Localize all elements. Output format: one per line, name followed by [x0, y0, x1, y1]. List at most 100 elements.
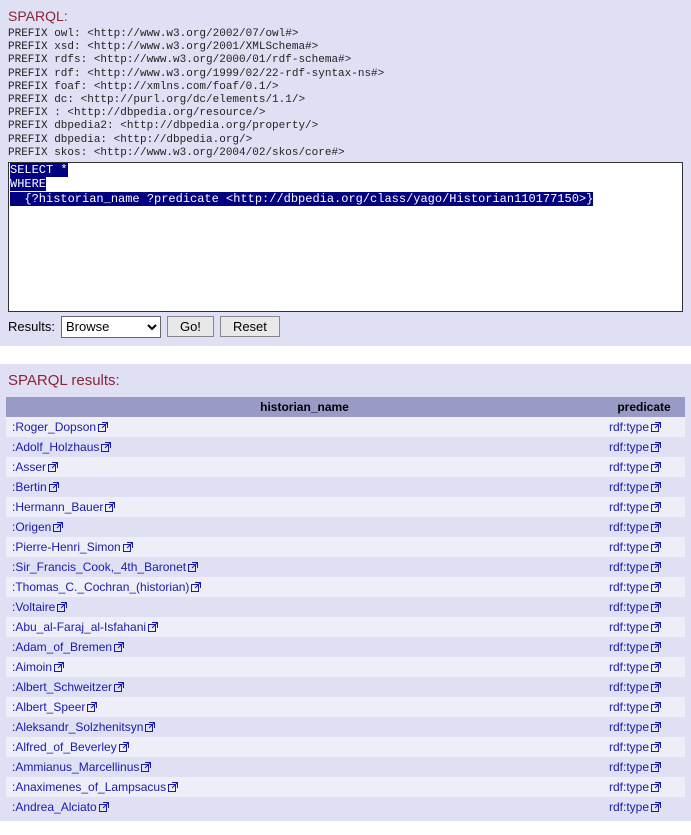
- external-link-icon: [651, 782, 661, 792]
- table-row: :Adolf_Holzhaus rdf:type: [6, 437, 685, 457]
- predicate-link[interactable]: rdf:type: [609, 580, 649, 594]
- table-row: :Adam_of_Bremen rdf:type: [6, 637, 685, 657]
- table-row: :Pierre-Henri_Simon rdf:type: [6, 537, 685, 557]
- table-row: :Asser rdf:type: [6, 457, 685, 477]
- external-link-icon: [651, 482, 661, 492]
- external-link-icon: [651, 582, 661, 592]
- table-row: :Abu_al-Faraj_al-Isfahani rdf:type: [6, 617, 685, 637]
- external-link-icon: [48, 462, 58, 472]
- controls-row: Results: Browse Go! Reset: [8, 316, 683, 338]
- external-link-icon: [188, 562, 198, 572]
- external-link-icon: [123, 542, 133, 552]
- historian-link[interactable]: :Anaximenes_of_Lampsacus: [12, 780, 166, 794]
- external-link-icon: [168, 782, 178, 792]
- external-link-icon: [651, 802, 661, 812]
- historian-link[interactable]: :Pierre-Henri_Simon: [12, 540, 121, 554]
- table-row: :Anaximenes_of_Lampsacus rdf:type: [6, 777, 685, 797]
- results-panel: SPARQL results: historian_name predicate…: [0, 364, 691, 821]
- external-link-icon: [54, 662, 64, 672]
- table-row: :Albert_Speer rdf:type: [6, 697, 685, 717]
- historian-link[interactable]: :Asser: [12, 460, 46, 474]
- table-row: :Sir_Francis_Cook,_4th_Baronet rdf:type: [6, 557, 685, 577]
- predicate-link[interactable]: rdf:type: [609, 680, 649, 694]
- historian-link[interactable]: :Thomas_C._Cochran_(historian): [12, 580, 189, 594]
- external-link-icon: [101, 442, 111, 452]
- predicate-link[interactable]: rdf:type: [609, 780, 649, 794]
- predicate-link[interactable]: rdf:type: [609, 420, 649, 434]
- historian-link[interactable]: :Aimoin: [12, 660, 52, 674]
- historian-link[interactable]: :Aleksandr_Solzhenitsyn: [12, 720, 143, 734]
- external-link-icon: [651, 562, 661, 572]
- external-link-icon: [651, 622, 661, 632]
- external-link-icon: [53, 522, 63, 532]
- predicate-link[interactable]: rdf:type: [609, 600, 649, 614]
- predicate-link[interactable]: rdf:type: [609, 640, 649, 654]
- predicate-link[interactable]: rdf:type: [609, 560, 649, 574]
- historian-link[interactable]: :Alfred_of_Beverley: [12, 740, 117, 754]
- external-link-icon: [651, 422, 661, 432]
- results-heading: SPARQL results:: [8, 372, 685, 389]
- external-link-icon: [651, 442, 661, 452]
- predicate-link[interactable]: rdf:type: [609, 740, 649, 754]
- predicate-link[interactable]: rdf:type: [609, 760, 649, 774]
- query-line-3: {?historian_name ?predicate <http://dbpe…: [10, 192, 593, 206]
- predicate-link[interactable]: rdf:type: [609, 460, 649, 474]
- historian-link[interactable]: :Voltaire: [12, 600, 55, 614]
- external-link-icon: [651, 642, 661, 652]
- results-format-label: Results:: [8, 319, 55, 334]
- predicate-link[interactable]: rdf:type: [609, 660, 649, 674]
- predicate-link[interactable]: rdf:type: [609, 620, 649, 634]
- external-link-icon: [98, 422, 108, 432]
- external-link-icon: [651, 742, 661, 752]
- historian-link[interactable]: :Roger_Dopson: [12, 420, 96, 434]
- external-link-icon: [651, 662, 661, 672]
- table-row: :Hermann_Bauer rdf:type: [6, 497, 685, 517]
- external-link-icon: [651, 502, 661, 512]
- predicate-link[interactable]: rdf:type: [609, 480, 649, 494]
- historian-link[interactable]: :Andrea_Alciato: [12, 800, 97, 814]
- sparql-heading: SPARQL:: [8, 8, 683, 24]
- query-panel: SPARQL: PREFIX owl: <http://www.w3.org/2…: [0, 0, 691, 346]
- historian-link[interactable]: :Abu_al-Faraj_al-Isfahani: [12, 620, 146, 634]
- historian-link[interactable]: :Adolf_Holzhaus: [12, 440, 99, 454]
- historian-link[interactable]: :Albert_Schweitzer: [12, 680, 112, 694]
- external-link-icon: [651, 722, 661, 732]
- predicate-link[interactable]: rdf:type: [609, 800, 649, 814]
- predicate-link[interactable]: rdf:type: [609, 520, 649, 534]
- go-button[interactable]: Go!: [167, 316, 214, 337]
- table-row: :Aleksandr_Solzhenitsyn rdf:type: [6, 717, 685, 737]
- external-link-icon: [57, 602, 67, 612]
- external-link-icon: [651, 602, 661, 612]
- historian-link[interactable]: :Ammianus_Marcellinus: [12, 760, 139, 774]
- query-textarea[interactable]: SELECT * WHERE {?historian_name ?predica…: [8, 162, 683, 312]
- results-format-select[interactable]: Browse: [61, 316, 161, 338]
- predicate-link[interactable]: rdf:type: [609, 540, 649, 554]
- results-table: historian_name predicate :Roger_Dopsonrd…: [6, 397, 685, 817]
- external-link-icon: [148, 622, 158, 632]
- historian-link[interactable]: :Origen: [12, 520, 51, 534]
- table-row: :Alfred_of_Beverley rdf:type: [6, 737, 685, 757]
- predicate-link[interactable]: rdf:type: [609, 720, 649, 734]
- external-link-icon: [105, 502, 115, 512]
- table-row: :Ammianus_Marcellinus rdf:type: [6, 757, 685, 777]
- external-link-icon: [99, 802, 109, 812]
- external-link-icon: [119, 742, 129, 752]
- table-row: :Origen rdf:type: [6, 517, 685, 537]
- historian-link[interactable]: :Bertin: [12, 480, 47, 494]
- predicate-link[interactable]: rdf:type: [609, 700, 649, 714]
- table-row: :Bertin rdf:type: [6, 477, 685, 497]
- external-link-icon: [87, 702, 97, 712]
- historian-link[interactable]: :Adam_of_Bremen: [12, 640, 112, 654]
- predicate-link[interactable]: rdf:type: [609, 440, 649, 454]
- historian-link[interactable]: :Albert_Speer: [12, 700, 85, 714]
- external-link-icon: [651, 542, 661, 552]
- table-row: :Albert_Schweitzer rdf:type: [6, 677, 685, 697]
- historian-link[interactable]: :Hermann_Bauer: [12, 500, 103, 514]
- column-header-predicate: predicate: [603, 397, 685, 417]
- reset-button[interactable]: Reset: [220, 316, 280, 337]
- external-link-icon: [114, 642, 124, 652]
- external-link-icon: [191, 582, 201, 592]
- external-link-icon: [114, 682, 124, 692]
- predicate-link[interactable]: rdf:type: [609, 500, 649, 514]
- historian-link[interactable]: :Sir_Francis_Cook,_4th_Baronet: [12, 560, 186, 574]
